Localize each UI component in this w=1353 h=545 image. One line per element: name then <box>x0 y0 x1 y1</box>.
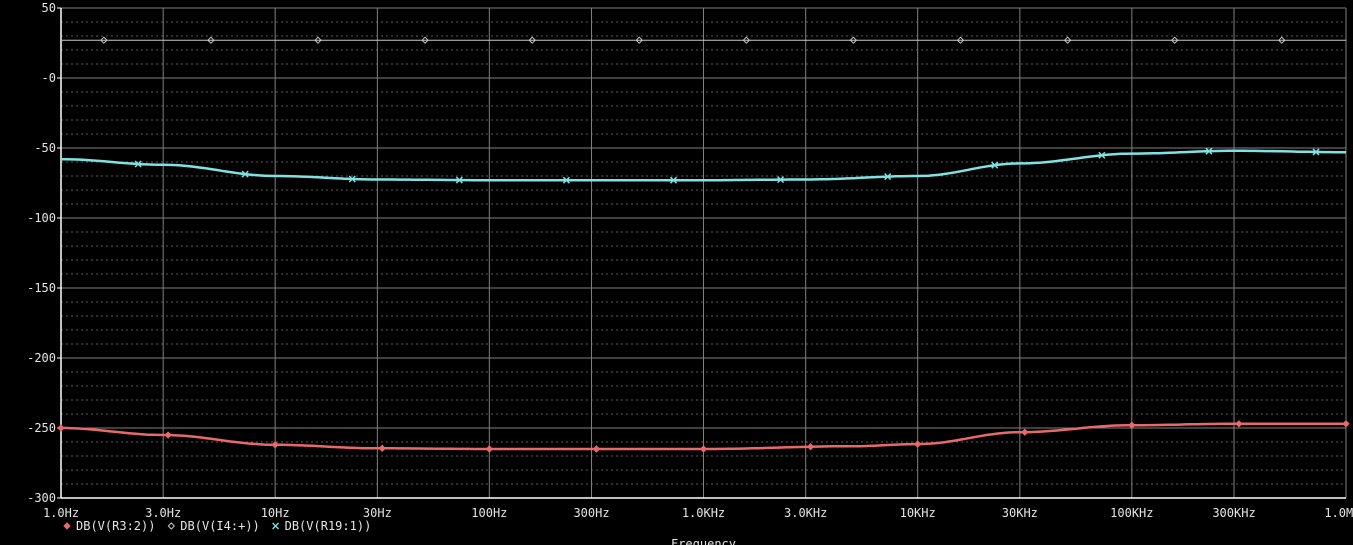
series-marker-0 <box>592 445 601 453</box>
legend-marker <box>272 522 280 530</box>
x-tick-label: 100KHz <box>1110 506 1153 520</box>
x-tick-label: 1.0KHz <box>682 506 725 520</box>
legend-label: DB(V(R19:1)) <box>285 519 372 533</box>
series-marker-0 <box>271 441 279 449</box>
series-marker-0 <box>164 431 172 439</box>
legend: DB(V(R3:2)) DB(V(I4:+)) DB(V(R19:1)) <box>63 519 372 533</box>
series-marker-0 <box>806 443 815 451</box>
frequency-response-chart: 50 -0 -50 -100 -150 -200 -250 -300 1.0Hz 3.0Hz 10… <box>27 1 1353 545</box>
legend-label: DB(V(R3:2)) <box>76 519 155 533</box>
y-tick-label: -250 <box>27 421 56 435</box>
series-marker-0 <box>699 445 708 453</box>
x-tick-label: 300KHz <box>1212 506 1255 520</box>
x-tick-label: 10KHz <box>900 506 936 520</box>
y-tick-label: -100 <box>27 211 56 225</box>
series-marker-0 <box>913 440 922 448</box>
x-tick-label: 30KHz <box>1002 506 1038 520</box>
x-tick-label: 3.0Hz <box>145 506 181 520</box>
x-tick-label: 1.0MHz <box>1324 506 1353 520</box>
x-tick-label: 3.0KHz <box>784 506 827 520</box>
x-tick-label: 30Hz <box>363 506 392 520</box>
y-tick-label: 50 <box>42 1 56 15</box>
y-tick-label: -150 <box>27 281 56 295</box>
series-marker-0 <box>378 444 386 453</box>
y-axis-ticks: 50 -0 -50 -100 -150 -200 -250 -300 <box>27 1 61 505</box>
series-marker-0 <box>1342 420 1350 428</box>
series-marker-0 <box>57 424 65 432</box>
series-marker-0 <box>1021 428 1029 436</box>
x-tick-label: 10Hz <box>261 506 290 520</box>
y-tick-label: -50 <box>34 141 56 155</box>
series-marker-0 <box>1128 421 1136 429</box>
legend-marker <box>167 522 176 530</box>
y-tick-label: -300 <box>27 491 56 505</box>
series-marker-0 <box>1235 420 1243 428</box>
x-axis-label: Frequency <box>671 537 736 545</box>
legend-label: DB(V(I4:+)) <box>180 519 259 533</box>
x-axis-ticks: 1.0Hz 3.0Hz 10Hz 30Hz 100Hz 300Hz 1.0KHz 3.0KHz… <box>43 506 1353 520</box>
legend-marker <box>63 522 71 530</box>
y-tick-label: -200 <box>27 351 56 365</box>
series-marker-0 <box>485 445 494 453</box>
y-tick-label: -0 <box>42 71 56 85</box>
x-tick-label: 1.0Hz <box>43 506 79 520</box>
x-tick-label: 300Hz <box>573 506 609 520</box>
x-tick-label: 100Hz <box>471 506 507 520</box>
